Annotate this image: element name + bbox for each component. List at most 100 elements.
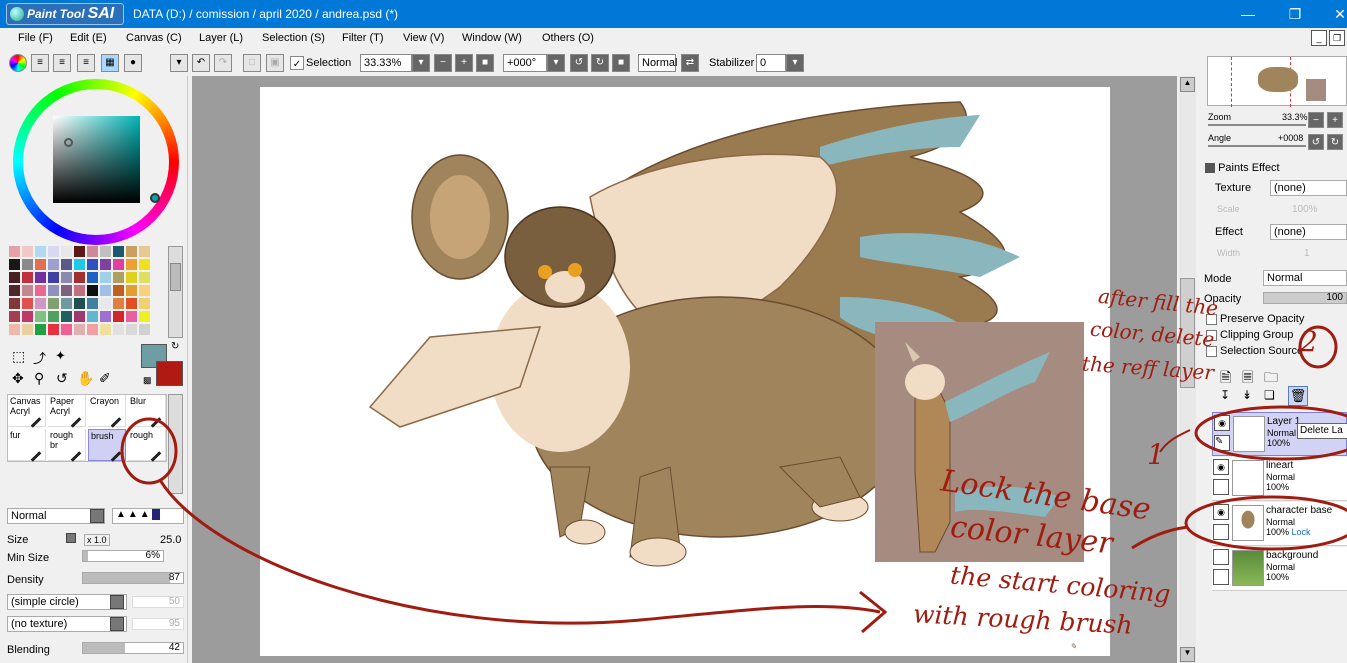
menu-canvas[interactable]: Canvas (C) <box>126 32 182 44</box>
color-swatch[interactable] <box>113 272 124 283</box>
color-swatch[interactable] <box>22 311 33 322</box>
color-swatch[interactable] <box>22 272 33 283</box>
rotate-reset-icon[interactable]: ■ <box>612 54 630 72</box>
menu-filter[interactable]: Filter (T) <box>342 32 384 44</box>
move-icon[interactable]: ✥ <box>12 370 24 387</box>
brush-rough-br[interactable]: rough br <box>48 429 86 462</box>
color-swatch[interactable] <box>74 311 85 322</box>
size-multiplier[interactable]: x 1.0 <box>84 534 110 546</box>
color-swatch[interactable] <box>22 298 33 309</box>
color-swatch[interactable] <box>87 246 98 257</box>
nav-rotate-left-icon[interactable]: ↺ <box>1308 134 1324 150</box>
color-swatch[interactable] <box>139 272 150 283</box>
visibility-eye-icon[interactable]: ◉ <box>1213 504 1229 520</box>
eyedropper-icon[interactable]: ✐ <box>99 370 111 387</box>
blending-slider[interactable]: 42 <box>82 642 184 654</box>
scroll-down-icon[interactable]: ▼ <box>1180 647 1195 662</box>
color-swatch[interactable] <box>74 246 85 257</box>
color-swatch[interactable] <box>87 259 98 270</box>
close-icon[interactable]: ✕ <box>1320 3 1347 25</box>
magic-wand-icon[interactable]: ✦ <box>55 348 66 364</box>
color-swatch[interactable] <box>74 324 85 335</box>
pe-texture-select[interactable]: (none) <box>1270 180 1347 196</box>
color-swatch[interactable] <box>9 324 20 335</box>
texture-strength[interactable]: 95 <box>132 618 184 630</box>
menu-others[interactable]: Others (O) <box>542 32 594 44</box>
color-swatch[interactable] <box>139 298 150 309</box>
color-swatch[interactable] <box>113 246 124 257</box>
selection-checkbox[interactable]: ✓ <box>290 56 304 70</box>
brush-paper-acryl[interactable]: Paper Acryl <box>48 395 86 428</box>
menu-layer[interactable]: Layer (L) <box>199 32 243 44</box>
nav-rotate-right-icon[interactable]: ↻ <box>1327 134 1343 150</box>
color-swatch[interactable] <box>35 272 46 283</box>
view-blend-field[interactable]: Normal <box>638 54 677 72</box>
density-slider[interactable]: 87 <box>82 572 184 584</box>
color-swatch[interactable] <box>100 324 111 335</box>
layer-opacity-slider[interactable]: 100 <box>1263 292 1347 304</box>
sv-cursor-icon[interactable] <box>64 138 73 147</box>
color-swatch[interactable] <box>22 259 33 270</box>
color-swatch[interactable] <box>35 285 46 296</box>
lasso-icon[interactable]: ⤴ <box>33 348 46 367</box>
hand-icon[interactable]: ✋ <box>77 370 94 387</box>
nav-zoom-out-icon[interactable]: − <box>1308 112 1324 128</box>
scratchpad-icon[interactable]: ● <box>124 54 142 72</box>
shape-strength[interactable]: 50 <box>132 596 184 608</box>
color-swatch[interactable] <box>9 298 20 309</box>
color-swatch[interactable] <box>35 298 46 309</box>
delete-layer-icon[interactable]: 🗑 <box>1288 386 1308 406</box>
color-wheel-toggle-icon[interactable] <box>9 54 27 72</box>
swatches-toggle-icon[interactable]: ▦ <box>101 54 119 72</box>
color-swatch[interactable] <box>126 285 137 296</box>
color-swatch[interactable] <box>61 311 72 322</box>
redo-icon[interactable]: ↷ <box>214 54 232 72</box>
rotate-tool-icon[interactable]: ↺ <box>56 370 68 387</box>
color-swatch[interactable] <box>48 311 59 322</box>
brush-blur[interactable]: Blur <box>128 395 166 428</box>
color-swatch[interactable] <box>87 311 98 322</box>
color-swatch[interactable] <box>61 246 72 257</box>
color-mix-icon[interactable]: ≡ <box>77 54 95 72</box>
brush-crayon[interactable]: Crayon <box>88 395 126 428</box>
nav-zoom-track[interactable] <box>1208 124 1306 126</box>
brush-shape-select[interactable]: (simple circle) <box>7 594 127 610</box>
clear-layer-icon[interactable]: ❏ <box>1264 388 1275 402</box>
collapse-panel-icon[interactable]: ▾ <box>170 54 188 72</box>
color-swatch[interactable] <box>113 298 124 309</box>
color-swatch[interactable] <box>113 311 124 322</box>
rotation-dropdown-icon[interactable]: ▾ <box>547 54 565 72</box>
color-swatch[interactable] <box>87 298 98 309</box>
rotate-right-icon[interactable]: ↻ <box>591 54 609 72</box>
color-swatch[interactable] <box>61 259 72 270</box>
restore-icon[interactable]: ❐ <box>1275 3 1315 25</box>
visibility-eye-icon[interactable] <box>1213 549 1229 565</box>
zoom-field[interactable]: 33.33% <box>360 54 412 72</box>
visibility-eye-icon[interactable]: ◉ <box>1214 415 1230 431</box>
color-swatch[interactable] <box>126 311 137 322</box>
menu-edit[interactable]: Edit (E) <box>70 32 107 44</box>
hue-cursor-icon[interactable] <box>150 193 160 203</box>
color-swatch[interactable] <box>126 272 137 283</box>
rotation-field[interactable]: +000° <box>503 54 547 72</box>
menu-view[interactable]: View (V) <box>403 32 444 44</box>
color-swatch[interactable] <box>61 298 72 309</box>
color-swatch[interactable] <box>139 311 150 322</box>
rotate-left-icon[interactable]: ↺ <box>570 54 588 72</box>
pe-effect-select[interactable]: (none) <box>1270 224 1347 240</box>
hsv-slider-icon[interactable]: ≡ <box>53 54 71 72</box>
brush-scrollbar[interactable] <box>168 394 183 494</box>
color-swatch[interactable] <box>9 285 20 296</box>
nav-angle-track[interactable] <box>1208 145 1306 147</box>
color-swatch[interactable] <box>74 298 85 309</box>
color-swatch[interactable] <box>61 285 72 296</box>
color-swatch[interactable] <box>100 246 111 257</box>
color-swatch[interactable] <box>61 272 72 283</box>
color-swatch[interactable] <box>9 246 20 257</box>
shape-dropdown-icon[interactable] <box>110 595 124 609</box>
color-swatch[interactable] <box>100 272 111 283</box>
color-swatch[interactable] <box>126 246 137 257</box>
color-swatch[interactable] <box>48 298 59 309</box>
doc-minimize-icon[interactable]: _ <box>1311 30 1327 46</box>
min-size-slider[interactable]: 6% <box>82 550 164 562</box>
